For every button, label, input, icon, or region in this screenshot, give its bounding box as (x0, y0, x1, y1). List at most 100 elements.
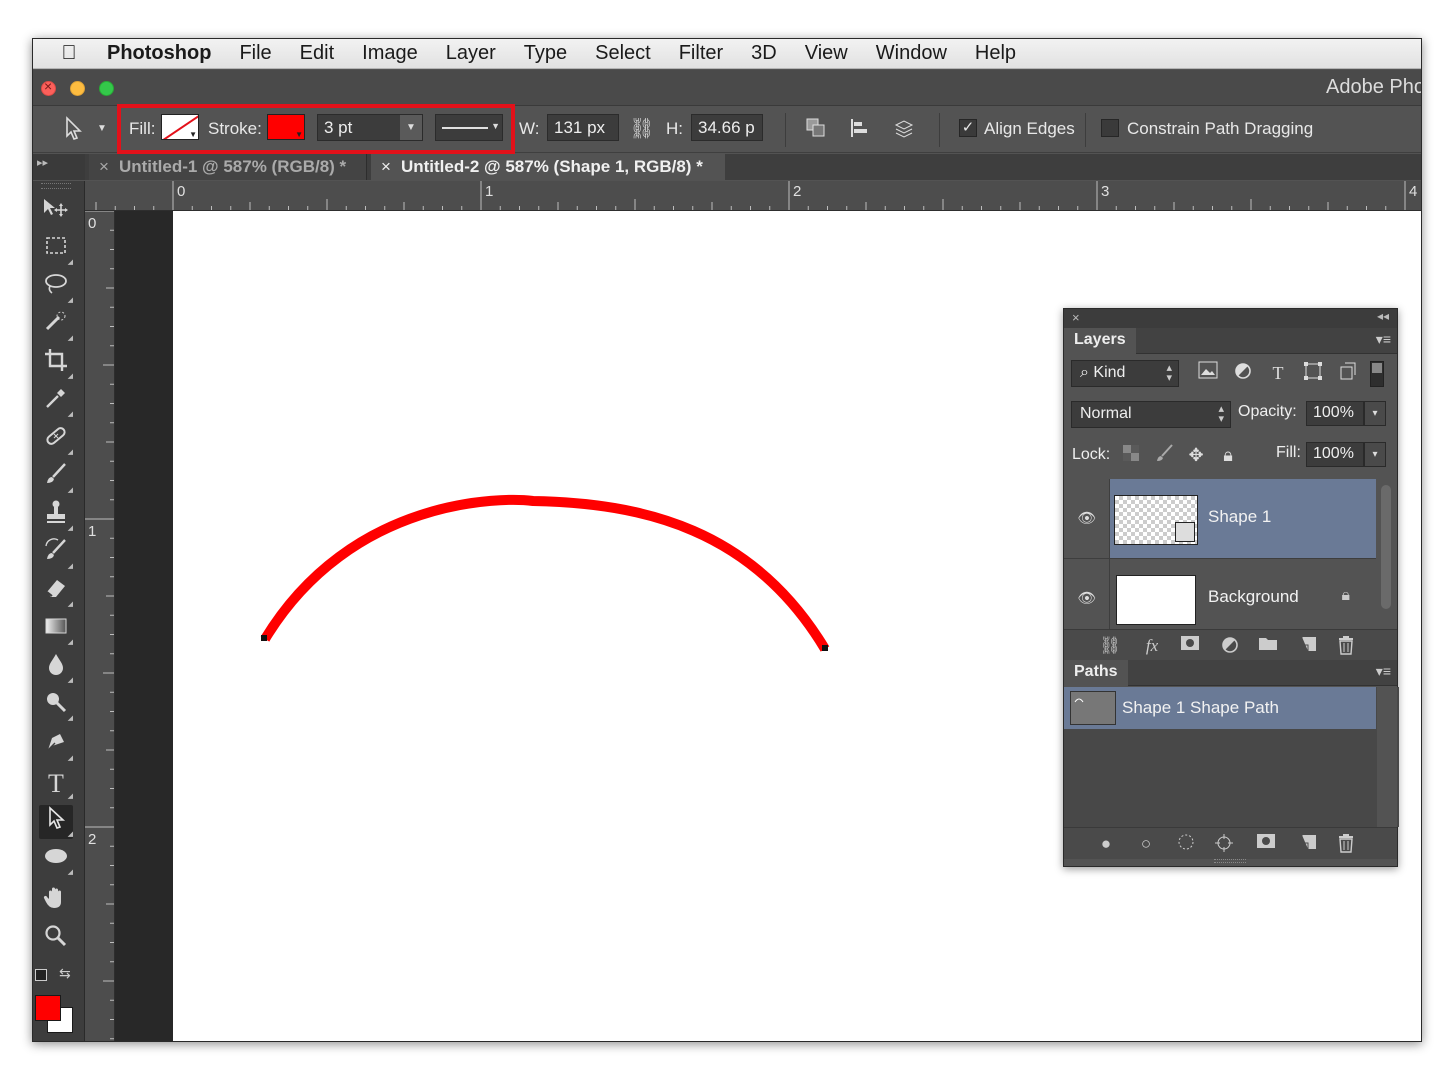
link-icon[interactable]: ⛓ (629, 117, 655, 143)
layers-scrollbar[interactable] (1377, 479, 1397, 629)
brush-tool-icon[interactable]: ◢ (39, 461, 73, 495)
tab-layers[interactable]: Layers (1064, 328, 1136, 354)
path-name[interactable]: Shape 1 Shape Path (1122, 698, 1279, 718)
lock-all-icon[interactable]: 🔒︎ (1216, 443, 1240, 467)
stroke-type-dropdown[interactable]: ▼ (435, 114, 503, 141)
menu-file[interactable]: File (239, 42, 271, 65)
fill-swatch[interactable]: ▼ (161, 114, 199, 140)
crop-tool-icon[interactable]: ◢ (39, 347, 73, 381)
chevron-down-icon[interactable]: ▾ (1364, 401, 1386, 426)
eye-icon[interactable]: 👁︎ (1077, 509, 1097, 529)
tab-untitled-1[interactable]: × Untitled-1 @ 587% (RGB/8) * (89, 154, 367, 180)
eye-icon[interactable]: 👁︎ (1077, 589, 1097, 609)
lock-position-icon[interactable]: ✥ (1184, 443, 1208, 467)
align-edges-checkbox[interactable]: ✓ (959, 119, 977, 137)
path-operations-icon[interactable] (803, 117, 829, 143)
eyedropper-tool-icon[interactable]: ◢ (39, 385, 73, 419)
smart-object-filter-icon[interactable] (1336, 361, 1360, 385)
width-field[interactable]: 131 px (547, 114, 619, 141)
close-icon[interactable]: × (381, 157, 391, 176)
layer-name[interactable]: Background (1208, 587, 1299, 607)
healing-brush-tool-icon[interactable]: ◢ (39, 423, 73, 457)
stroke-width-field[interactable]: 3 pt ▼ (317, 114, 423, 141)
type-layer-filter-icon[interactable]: T (1266, 361, 1290, 385)
path-alignment-icon[interactable] (847, 117, 873, 143)
link-layers-icon[interactable]: ⛓ (1098, 635, 1122, 657)
constrain-path-dragging-checkbox[interactable] (1101, 119, 1119, 137)
gradient-tool-icon[interactable]: ◢ (39, 613, 73, 647)
rectangular-marquee-tool-icon[interactable]: ◢ (39, 233, 73, 267)
height-field[interactable]: 34.66 p (691, 114, 763, 141)
menu-3d[interactable]: 3D (751, 42, 777, 65)
menu-image[interactable]: Image (362, 42, 418, 65)
stroke-swatch[interactable]: ▼ (267, 114, 305, 140)
new-path-icon[interactable] (1296, 833, 1320, 855)
ellipse-tool-icon[interactable]: ◢ (39, 843, 73, 877)
new-layer-icon[interactable] (1296, 635, 1320, 657)
layer-row-shape-1[interactable]: 👁︎ Shape 1 (1064, 479, 1376, 559)
tab-paths[interactable]: Paths (1064, 660, 1128, 686)
menu-edit[interactable]: Edit (300, 42, 334, 65)
panel-menu-icon[interactable]: ▾≡ (1376, 331, 1391, 348)
foreground-color-swatch[interactable] (35, 995, 61, 1021)
new-group-folder-icon[interactable] (1256, 635, 1280, 657)
chevron-down-icon[interactable]: ▾ (1364, 442, 1386, 467)
zoom-tool-icon[interactable] (39, 923, 73, 957)
path-arrangement-icon[interactable] (891, 117, 917, 143)
tool-preset-picker[interactable]: ▼ (61, 115, 111, 145)
lock-image-pixels-icon[interactable] (1152, 443, 1176, 467)
menu-type[interactable]: Type (524, 42, 567, 65)
opacity-field[interactable]: 100% (1306, 401, 1364, 426)
swap-colors-icon[interactable]: ⇆ (59, 965, 71, 982)
shape-layer-filter-icon[interactable] (1301, 361, 1325, 385)
clone-stamp-tool-icon[interactable]: ◢ (39, 499, 73, 533)
chevron-down-icon[interactable]: ▼ (400, 115, 422, 140)
path-row-shape-1-shape-path[interactable]: Shape 1 Shape Path (1064, 687, 1376, 729)
scrollbar-thumb[interactable] (1381, 485, 1391, 609)
close-window-button[interactable] (41, 78, 56, 96)
quick-selection-tool-icon[interactable]: ◢ (39, 309, 73, 343)
menu-filter[interactable]: Filter (679, 42, 723, 65)
add-mask-icon[interactable] (1254, 833, 1278, 855)
zoom-window-button[interactable] (99, 81, 114, 96)
lasso-tool-icon[interactable]: ◢ (39, 271, 73, 305)
load-path-as-selection-icon[interactable] (1174, 833, 1198, 855)
collapse-panel-icon[interactable]: ◂◂ (1377, 309, 1389, 323)
hand-tool-icon[interactable] (39, 885, 73, 919)
new-adjustment-layer-icon[interactable] (1218, 635, 1242, 657)
trash-icon[interactable] (1334, 635, 1358, 657)
eraser-tool-icon[interactable]: ◢ (39, 575, 73, 609)
panel-resize-grip[interactable] (1214, 859, 1246, 863)
pen-tool-icon[interactable]: ◢ (39, 729, 73, 763)
type-tool-icon[interactable]: T ◢ (39, 767, 73, 801)
blur-tool-icon[interactable]: ◢ (39, 651, 73, 685)
layer-filter-kind[interactable]: ⌕ Kind ▴ ▾ (1071, 360, 1179, 387)
menu-view[interactable]: View (805, 42, 848, 65)
menu-select[interactable]: Select (595, 42, 651, 65)
pixel-layer-filter-icon[interactable] (1196, 361, 1220, 385)
panel-collapse-icon[interactable]: ▸▸ (33, 154, 85, 180)
lock-transparency-icon[interactable] (1119, 443, 1143, 467)
tab-untitled-2[interactable]: × Untitled-2 @ 587% (Shape 1, RGB/8) * (371, 154, 725, 180)
paths-scrollbar[interactable] (1377, 687, 1397, 827)
close-icon[interactable]: × (99, 157, 109, 176)
menu-window[interactable]: Window (876, 42, 947, 65)
close-icon[interactable]: × (1072, 310, 1080, 325)
move-tool-icon[interactable] (39, 195, 73, 229)
menu-photoshop[interactable]: Photoshop (107, 42, 211, 65)
minimize-window-button[interactable] (70, 81, 85, 96)
panel-grip[interactable] (41, 183, 71, 189)
layer-row-background[interactable]: 👁︎ Background 🔒︎ (1064, 559, 1376, 629)
apple-icon[interactable]:  (55, 42, 83, 65)
trash-icon[interactable] (1334, 833, 1358, 855)
filter-toggle-switch[interactable] (1370, 361, 1384, 387)
layer-style-icon[interactable]: fx (1140, 635, 1164, 657)
panel-menu-icon[interactable]: ▾≡ (1376, 663, 1391, 680)
dodge-tool-icon[interactable]: ◢ (39, 689, 73, 723)
layer-name[interactable]: Shape 1 (1208, 507, 1271, 527)
panel-title-strip[interactable]: × ◂◂ (1064, 309, 1397, 328)
menu-help[interactable]: Help (975, 42, 1016, 65)
horizontal-ruler[interactable]: 0 1 2 3 4 (85, 181, 1421, 211)
add-mask-icon[interactable] (1178, 635, 1202, 657)
fill-path-icon[interactable]: ● (1094, 833, 1118, 855)
